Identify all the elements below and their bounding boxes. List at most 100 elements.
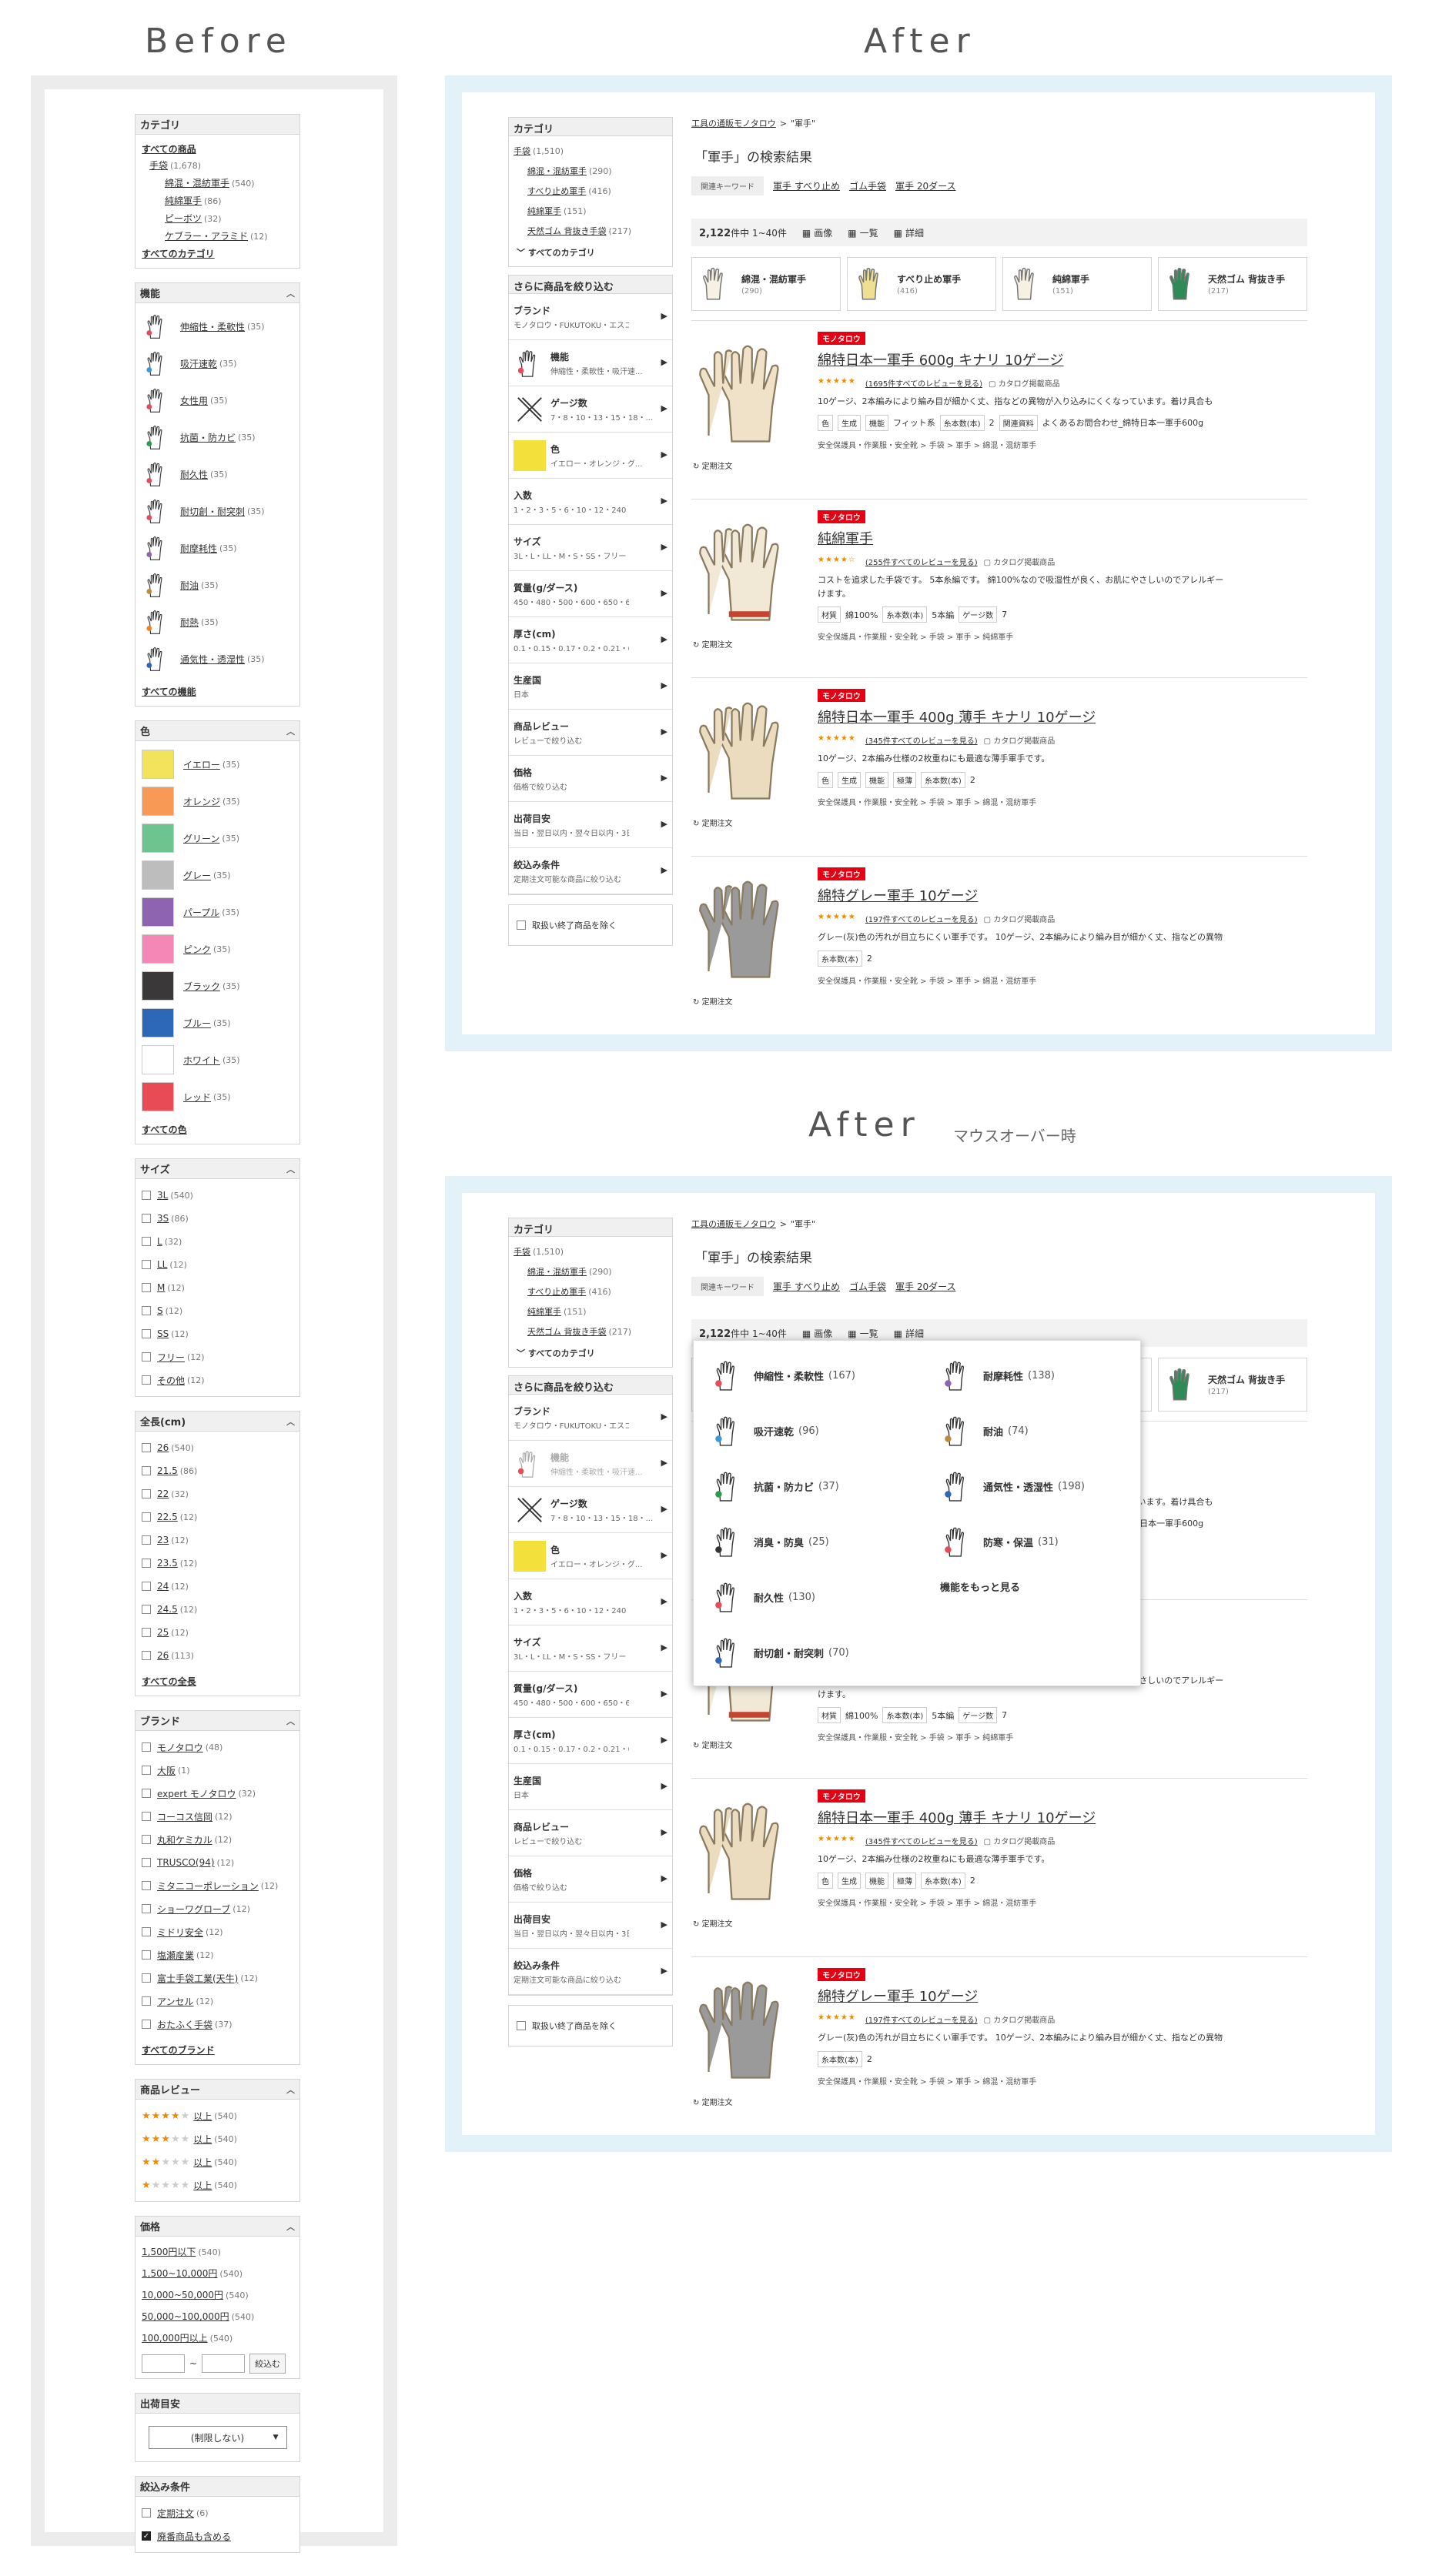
- subscription-label[interactable]: ↻ 定期注文: [693, 638, 733, 650]
- checkbox[interactable]: [142, 1812, 151, 1821]
- color-item[interactable]: ホワイト (35): [142, 1041, 293, 1078]
- length-item-label[interactable]: 25: [157, 1627, 169, 1638]
- price-label[interactable]: 10,000~50,000円: [142, 2290, 223, 2300]
- function-label[interactable]: 耐切創・耐突刺: [180, 505, 245, 518]
- brand-item[interactable]: 丸和ケミカル (12): [142, 1828, 293, 1851]
- view-list-toggle[interactable]: ▦ 一覧: [848, 226, 878, 239]
- checkbox[interactable]: [142, 1352, 151, 1362]
- all-categories-toggle[interactable]: ﹀ すべてのカテゴリ: [517, 246, 667, 259]
- length-item[interactable]: 22 (32): [142, 1482, 293, 1505]
- category-sub-item[interactable]: 純綿軍手 (151): [527, 205, 667, 217]
- checkbox[interactable]: [142, 1237, 151, 1246]
- product-name-link[interactable]: 綿特グレー軍手 10ゲージ: [818, 1986, 1307, 2006]
- filter-row[interactable]: 入数 1・2・3・5・6・10・12・240・4... ▶: [509, 479, 672, 525]
- reviews-link[interactable]: (197件すべてのレビューを見る): [865, 2013, 978, 2025]
- category-sub-item[interactable]: 綿混・混紡軍手 (540): [165, 176, 293, 189]
- brand-item[interactable]: TRUSCO(94) (12): [142, 1851, 293, 1874]
- narrow-item[interactable]: 定期注文 (6): [142, 2501, 293, 2524]
- length-item-label[interactable]: 26: [157, 1442, 169, 1453]
- filter-row[interactable]: 商品レビュー レビューで絞り込む ▶: [509, 1810, 672, 1856]
- all-lengths-link[interactable]: すべての全長: [142, 1675, 293, 1688]
- size-item-label[interactable]: LL: [157, 1259, 167, 1270]
- function-label[interactable]: 耐熱: [180, 616, 199, 629]
- function-item[interactable]: 通気性・透湿性 (35): [142, 640, 293, 677]
- subscription-label[interactable]: ↻ 定期注文: [693, 1917, 733, 1929]
- checkbox[interactable]: [517, 2021, 526, 2030]
- brand-item-label[interactable]: ミドリ安全: [157, 1926, 203, 1939]
- filter-row[interactable]: 価格 価格で絞り込む ▶: [509, 1856, 672, 1903]
- brand-item-label[interactable]: コーコス信岡: [157, 1810, 212, 1823]
- color-item[interactable]: オレンジ (35): [142, 783, 293, 820]
- category-gloves[interactable]: 手袋 (1,510): [514, 1245, 667, 1258]
- popup-function-item[interactable]: 抗菌・防カビ (37): [711, 1468, 911, 1504]
- checkbox[interactable]: [142, 1927, 151, 1936]
- filter-row[interactable]: 絞込み条件 定期注文可能な商品に絞り込む ▶: [509, 848, 672, 894]
- review-label[interactable]: 以上: [193, 2156, 212, 2169]
- brand-item[interactable]: ミタニコーポレーション (12): [142, 1874, 293, 1897]
- review-item[interactable]: ★★★★★ 以上 (540): [142, 2173, 293, 2197]
- checkbox[interactable]: [142, 1535, 151, 1545]
- popup-function-item[interactable]: 伸縮性・柔軟性 (167): [711, 1358, 911, 1393]
- brand-item-label[interactable]: アンセル: [157, 1995, 194, 2008]
- category-sub-item[interactable]: 純綿軍手 (151): [527, 1305, 667, 1318]
- category-sub-item[interactable]: 天然ゴム 背抜き手袋 (217): [527, 225, 667, 237]
- price-label[interactable]: 50,000~100,000円: [142, 2311, 229, 2322]
- color-header[interactable]: 色 ︿: [136, 721, 299, 741]
- color-label[interactable]: ブルー: [183, 1017, 211, 1030]
- function-label[interactable]: 伸縮性・柔軟性: [180, 320, 245, 333]
- review-item[interactable]: ★★★★★ 以上 (540): [142, 2127, 293, 2150]
- color-label[interactable]: オレンジ: [183, 795, 220, 808]
- category-sub-item[interactable]: すべり止め軍手 (416): [527, 1285, 667, 1298]
- all-categories-toggle[interactable]: ﹀ すべてのカテゴリ: [517, 1347, 667, 1359]
- view-detail-toggle[interactable]: ▦ 詳細: [894, 226, 924, 239]
- brand-item[interactable]: おたふく手袋 (37): [142, 2013, 293, 2036]
- length-item-label[interactable]: 23.5: [157, 1558, 178, 1569]
- view-grid-toggle[interactable]: ▦ 画像: [802, 1327, 832, 1340]
- color-item[interactable]: パープル (35): [142, 894, 293, 931]
- category-sub-item[interactable]: 綿混・混紡軍手 (290): [527, 165, 667, 177]
- filter-row[interactable]: 機能 伸縮性・柔軟性・吸汗速... ▶: [509, 340, 672, 386]
- price-label[interactable]: 1,500円以下: [142, 2247, 196, 2257]
- product-name-link[interactable]: 純綿軍手: [818, 528, 1307, 548]
- length-item[interactable]: 23 (12): [142, 1529, 293, 1552]
- brand-item[interactable]: expert モノタロウ (32): [142, 1782, 293, 1805]
- more-functions-link[interactable]: 機能をもっと見る: [940, 1579, 1140, 1594]
- function-item[interactable]: 耐熱 (35): [142, 603, 293, 640]
- length-item[interactable]: 26 (540): [142, 1436, 293, 1459]
- color-label[interactable]: グレー: [183, 869, 211, 882]
- function-label[interactable]: 吸汗速乾: [180, 357, 217, 370]
- subscription-label[interactable]: ↻ 定期注文: [693, 995, 733, 1007]
- checkbox[interactable]: [142, 1466, 151, 1475]
- brand-item[interactable]: ショーワグローブ (12): [142, 1897, 293, 1920]
- exclude-discontinued[interactable]: 取扱い終了商品を除く: [508, 2005, 673, 2046]
- category-sub-item[interactable]: すべり止め軍手 (416): [527, 185, 667, 197]
- checkbox[interactable]: [517, 920, 526, 930]
- all-functions-link[interactable]: すべての機能: [142, 685, 293, 698]
- size-item-label[interactable]: 3S: [157, 1213, 169, 1224]
- product-name-link[interactable]: 綿特日本一軍手 400g 薄手 キナリ 10ゲージ: [818, 1807, 1307, 1827]
- keyword-link[interactable]: 軍手 20ダース: [895, 1280, 956, 1293]
- length-item[interactable]: 25 (12): [142, 1621, 293, 1644]
- color-item[interactable]: グリーン (35): [142, 820, 293, 857]
- brand-header[interactable]: ブランド ︿: [136, 1711, 299, 1731]
- price-filter-button[interactable]: 絞込む: [249, 2354, 286, 2374]
- filter-row[interactable]: 生産国 日本 ▶: [509, 1764, 672, 1810]
- function-label[interactable]: 女性用: [180, 394, 208, 407]
- category-chip[interactable]: 綿混・混紡軍手 (290): [691, 257, 841, 311]
- function-label[interactable]: 抗菌・防カビ: [180, 431, 236, 444]
- checkbox[interactable]: [142, 1651, 151, 1660]
- length-item-label[interactable]: 22.5: [157, 1512, 178, 1522]
- category-sub-item[interactable]: 純綿軍手 (86): [165, 194, 293, 207]
- category-sub-item[interactable]: ピーボツ (32): [165, 212, 293, 225]
- reviews-link[interactable]: (255件すべてのレビューを見る): [865, 556, 978, 567]
- length-header[interactable]: 全長(cm) ︿: [136, 1412, 299, 1432]
- checkbox[interactable]: [142, 1789, 151, 1798]
- price-item[interactable]: 100,000円以上 (540): [142, 2327, 293, 2349]
- review-label[interactable]: 以上: [193, 2110, 212, 2123]
- checkbox[interactable]: ✓: [142, 2531, 151, 2541]
- category-chip[interactable]: 天然ゴム 背抜き手 (217): [1158, 1358, 1307, 1412]
- size-item[interactable]: 3L (540): [142, 1184, 293, 1207]
- breadcrumb-home[interactable]: 工具の通販モノタロウ: [691, 1219, 776, 1229]
- color-item[interactable]: ブラック (35): [142, 967, 293, 1004]
- size-item-label[interactable]: 3L: [157, 1190, 168, 1201]
